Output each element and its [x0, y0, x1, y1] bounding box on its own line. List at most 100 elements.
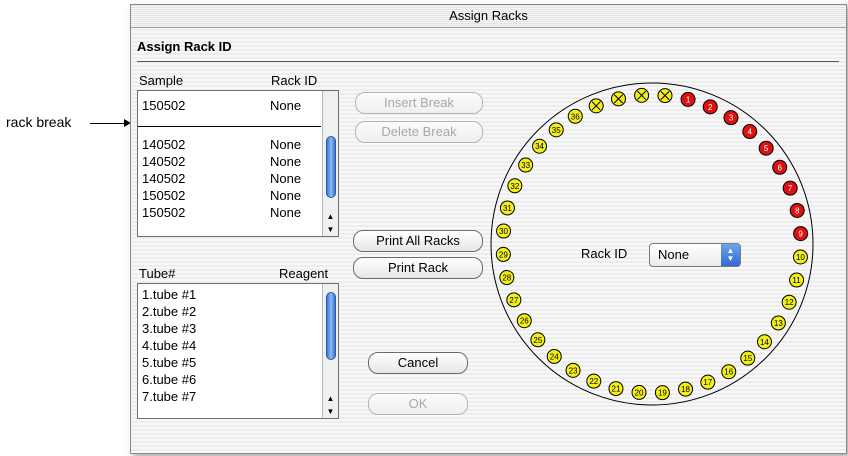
rack-position-27[interactable]: 27 — [506, 292, 522, 308]
rack-position-3[interactable]: 3 — [723, 110, 739, 126]
print-all-racks-button[interactable]: Print All Racks — [353, 230, 483, 252]
rack-position-34[interactable]: 34 — [532, 138, 548, 154]
rack-position-7[interactable]: 7 — [782, 180, 798, 196]
rack-id-select[interactable]: None ▲ ▼ — [649, 243, 741, 267]
rack-position-label: 5 — [764, 144, 769, 153]
rack-position-label: 24 — [550, 352, 559, 361]
rack-position-label: 27 — [509, 296, 518, 305]
scroll-down-arrow-icon[interactable]: ▼ — [323, 224, 338, 236]
rack-position-36[interactable]: 36 — [567, 108, 583, 124]
rack-break-callout: rack break — [6, 114, 72, 130]
delete-break-button[interactable]: Delete Break — [355, 121, 483, 143]
sample-rack-id: None — [270, 137, 302, 152]
scroll-up-arrow-icon[interactable]: ▲ — [323, 393, 338, 405]
rack-position-label: 33 — [521, 161, 530, 170]
rack-position-22[interactable]: 22 — [586, 373, 602, 389]
rack-position-23[interactable]: 23 — [565, 362, 581, 378]
rack-position-4[interactable]: 4 — [742, 124, 758, 140]
rack-position-16[interactable]: 16 — [721, 364, 737, 380]
rack-position-26[interactable]: 26 — [516, 313, 532, 329]
rack-position-empty[interactable] — [657, 88, 673, 104]
rack-position-label: 14 — [760, 338, 769, 347]
scroll-thumb[interactable] — [326, 292, 336, 360]
rack-position-9[interactable]: 9 — [793, 226, 809, 242]
rack-position-label: 10 — [796, 253, 805, 262]
tube-row[interactable]: 1.tube #1 — [142, 286, 196, 303]
rack-position-29[interactable]: 29 — [495, 246, 511, 262]
rack-position-15[interactable]: 15 — [740, 350, 756, 366]
rack-position-19[interactable]: 19 — [654, 385, 670, 401]
rack-position-label: 26 — [520, 317, 529, 326]
sample-id: 150502 — [142, 98, 186, 113]
rack-position-label: 31 — [503, 204, 512, 213]
tube-row[interactable]: 6.tube #6 — [142, 371, 196, 388]
rackid-column-header: Rack ID — [271, 73, 318, 88]
scroll-down-arrow-icon[interactable]: ▼ — [323, 406, 338, 418]
rack-position-label: 2 — [708, 103, 713, 112]
sample-column-header: Sample — [139, 73, 184, 88]
rack-position-empty[interactable] — [588, 98, 604, 114]
rack-position-label: 22 — [589, 377, 598, 386]
sample-row[interactable]: 140502 None — [142, 170, 301, 187]
insert-break-button[interactable]: Insert Break — [355, 92, 483, 114]
window-title[interactable]: Assign Racks — [131, 5, 846, 28]
rack-position-18[interactable]: 18 — [678, 381, 694, 397]
scroll-thumb[interactable] — [326, 136, 336, 198]
heading-divider — [137, 61, 839, 62]
sample-list-scrollbar[interactable]: ▲ ▼ — [322, 91, 338, 236]
sample-row[interactable]: 140502 None — [142, 136, 301, 153]
rack-break-line — [138, 126, 321, 127]
tube-row[interactable]: 5.tube #5 — [142, 354, 196, 371]
rack-position-label: 8 — [795, 206, 800, 215]
assign-racks-window: Assign Racks Assign Rack ID Sample Rack … — [130, 4, 847, 454]
tube-row[interactable]: 2.tube #2 — [142, 303, 196, 320]
tube-row[interactable]: 7.tube #7 — [142, 388, 196, 405]
rack-position-25[interactable]: 25 — [530, 332, 546, 348]
rack-position-12[interactable]: 12 — [781, 294, 797, 310]
tube-list-scrollbar[interactable]: ▲ ▼ — [322, 284, 338, 418]
tube-row[interactable]: 4.tube #4 — [142, 337, 196, 354]
rack-position-8[interactable]: 8 — [789, 202, 805, 218]
rack-position-label: 6 — [777, 163, 782, 172]
rack-position-35[interactable]: 35 — [548, 122, 564, 138]
rack-position-28[interactable]: 28 — [499, 270, 515, 286]
rack-position-17[interactable]: 17 — [700, 374, 716, 390]
rack-position-30[interactable]: 30 — [496, 223, 512, 239]
rack-position-label: 1 — [686, 95, 691, 104]
rack-position-24[interactable]: 24 — [546, 348, 562, 364]
sample-row[interactable]: 150502 None — [142, 204, 301, 221]
rack-position-14[interactable]: 14 — [756, 334, 772, 350]
rack-position-label: 18 — [681, 385, 690, 394]
cancel-button[interactable]: Cancel — [368, 352, 468, 374]
sample-rack-id: None — [270, 188, 302, 203]
rack-position-10[interactable]: 10 — [792, 249, 808, 265]
sample-rack-id: None — [270, 98, 302, 113]
section-heading: Assign Rack ID — [137, 39, 232, 54]
rack-position-32[interactable]: 32 — [507, 178, 523, 194]
sample-row[interactable]: 150502 None — [142, 97, 301, 114]
rack-position-11[interactable]: 11 — [789, 272, 805, 288]
rack-position-20[interactable]: 20 — [631, 384, 647, 400]
tube-list[interactable]: 1.tube #1 2.tube #2 3.tube #3 4.tube #4 … — [137, 283, 339, 419]
ok-button[interactable]: OK — [368, 393, 468, 415]
rack-position-label: 9 — [798, 230, 803, 239]
rack-position-1[interactable]: 1 — [680, 91, 696, 107]
rack-position-13[interactable]: 13 — [770, 315, 786, 331]
rack-position-2[interactable]: 2 — [702, 99, 718, 115]
tube-row[interactable]: 3.tube #3 — [142, 320, 196, 337]
rack-id-select-value: None — [658, 247, 690, 262]
rack-position-33[interactable]: 33 — [518, 157, 534, 173]
rack-position-6[interactable]: 6 — [772, 159, 788, 175]
sample-list[interactable]: 150502 None 140502 None 140502 None 1405… — [137, 90, 339, 237]
print-rack-button[interactable]: Print Rack — [353, 257, 483, 279]
rack-position-label: 4 — [748, 128, 753, 137]
rack-position-label: 20 — [635, 388, 644, 397]
rack-position-empty[interactable] — [610, 91, 626, 107]
rack-position-21[interactable]: 21 — [608, 381, 624, 397]
rack-position-empty[interactable] — [634, 87, 650, 103]
rack-position-31[interactable]: 31 — [499, 200, 515, 216]
sample-row[interactable]: 150502 None — [142, 187, 301, 204]
sample-row[interactable]: 140502 None — [142, 153, 301, 170]
rack-position-5[interactable]: 5 — [758, 140, 774, 156]
scroll-up-arrow-icon[interactable]: ▲ — [323, 211, 338, 223]
